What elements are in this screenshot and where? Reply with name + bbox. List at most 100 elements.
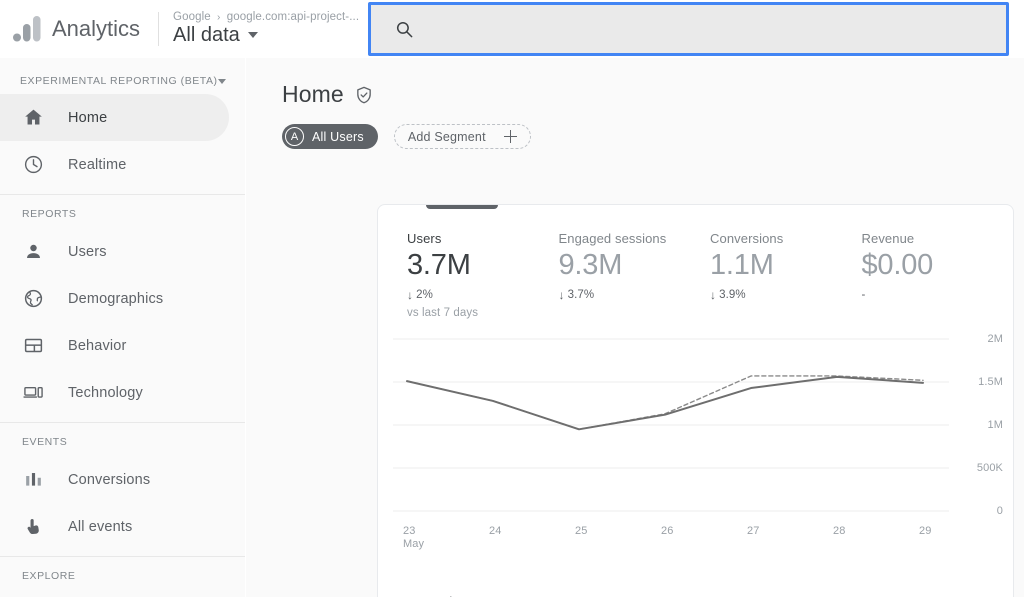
chart-x-tick: 24	[489, 525, 501, 538]
sidebar-section-explore: EXPLORE	[0, 557, 245, 590]
caret-down-icon[interactable]	[218, 79, 226, 84]
sidebar-item-label: All events	[68, 519, 132, 535]
page-title: Home	[282, 81, 344, 108]
segment-avatar: A	[285, 127, 304, 146]
breadcrumb: Google › google.com:api-project-...	[173, 11, 359, 23]
devices-icon	[22, 382, 44, 404]
search-inner[interactable]	[371, 5, 1006, 53]
metric-conversions[interactable]: Conversions 1.1M ↓ 3.9%	[710, 231, 862, 319]
sidebar-item-behavior[interactable]: Behavior	[0, 322, 245, 369]
sidebar-item-all-events[interactable]: All events	[0, 503, 245, 550]
top-bar: Analytics Google › google.com:api-projec…	[0, 0, 1024, 58]
metric-delta-value: 2%	[416, 289, 433, 301]
sidebar-section-reports: REPORTS	[0, 195, 245, 228]
sidebar-section-events: EVENTS	[0, 423, 245, 456]
search-icon	[395, 20, 414, 39]
segment-chip-all-users[interactable]: A All Users	[282, 124, 378, 149]
metric-delta: ↓ 3.9%	[710, 289, 862, 301]
brand-block[interactable]: Analytics	[0, 0, 140, 58]
arrow-down-icon: ↓	[710, 289, 716, 301]
shield-check-icon[interactable]	[354, 85, 374, 105]
metric-label: Users	[407, 231, 559, 246]
sidebar: EXPERIMENTAL REPORTING (BETA) Home Realt…	[0, 58, 246, 597]
metric-delta-value: 3.7%	[568, 289, 595, 301]
metric-delta: ↓ 3.7%	[559, 289, 711, 301]
breadcrumb-property: google.com:api-project-...	[227, 11, 359, 23]
home-icon	[22, 107, 44, 129]
metric-compare: vs last 7 days	[407, 307, 559, 319]
sidebar-item-home[interactable]: Home	[0, 94, 229, 141]
users-trend-chart[interactable]: 2M1.5M1M500K0 23May242526272829	[378, 325, 1014, 565]
metric-label: Engaged sessions	[559, 231, 711, 246]
person-icon	[22, 241, 44, 263]
add-segment-button[interactable]: Add Segment	[394, 124, 531, 149]
account-name-label: All data	[173, 24, 240, 47]
page-title-row: Home	[246, 58, 1024, 108]
arrow-down-icon: ↓	[407, 289, 413, 301]
chart-y-tick: 1.5M	[978, 376, 1003, 388]
sidebar-item-label: Home	[68, 110, 107, 126]
chart-x-tick: 26	[661, 525, 673, 538]
sidebar-item-label: Users	[68, 244, 107, 260]
chart-x-tick: 29	[919, 525, 931, 538]
metric-label: Revenue	[862, 231, 1014, 246]
breadcrumb-separator-icon: ›	[217, 12, 220, 23]
account-name-row[interactable]: All data	[173, 24, 359, 47]
chart-x-tick: 23May	[403, 525, 424, 551]
sidebar-item-demographics[interactable]: Demographics	[0, 275, 245, 322]
metric-engaged-sessions[interactable]: Engaged sessions 9.3M ↓ 3.7%	[559, 231, 711, 319]
topbar-divider	[158, 12, 159, 46]
globe-icon	[22, 288, 44, 310]
sidebar-item-label: Conversions	[68, 472, 150, 488]
breadcrumb-root: Google	[173, 11, 211, 23]
account-selector[interactable]: Google › google.com:api-project-... All …	[173, 0, 359, 58]
sidebar-item-realtime[interactable]: Realtime	[0, 141, 245, 188]
sidebar-item-label: Demographics	[68, 291, 163, 307]
bar-chart-icon	[22, 469, 44, 491]
sidebar-item-users[interactable]: Users	[0, 228, 245, 275]
sidebar-item-analysis[interactable]: Analysis	[0, 590, 245, 597]
metric-value: 3.7M	[407, 250, 559, 282]
chart-x-tick-month: May	[403, 538, 424, 551]
metric-delta-value: 3.9%	[719, 289, 746, 301]
metric-delta: ↓ 2%	[407, 289, 559, 301]
sidebar-item-technology[interactable]: Technology	[0, 369, 245, 416]
chart-y-tick: 2M	[988, 333, 1003, 345]
arrow-down-icon: ↓	[559, 289, 565, 301]
metric-delta: -	[862, 289, 1014, 301]
brand-name: Analytics	[52, 16, 140, 42]
metric-users[interactable]: Users 3.7M ↓ 2% vs last 7 days	[407, 231, 559, 319]
tap-hand-icon	[22, 516, 44, 538]
chart-x-tick: 27	[747, 525, 759, 538]
experimental-reporting-toggle[interactable]: EXPERIMENTAL REPORTING (BETA)	[0, 68, 245, 94]
chart-y-tick: 1M	[988, 419, 1003, 431]
search-input[interactable]	[428, 5, 1006, 53]
add-segment-label: Add Segment	[408, 130, 486, 144]
clock-icon	[22, 154, 44, 176]
metric-revenue[interactable]: Revenue $0.00 -	[862, 231, 1014, 319]
metric-delta-value: -	[862, 289, 866, 301]
segment-label: All Users	[312, 130, 364, 144]
sidebar-item-label: Technology	[68, 385, 143, 401]
metric-value: 9.3M	[559, 250, 711, 282]
metrics-row: Users 3.7M ↓ 2% vs last 7 days Engaged s…	[378, 205, 1013, 319]
sidebar-item-conversions[interactable]: Conversions	[0, 456, 245, 503]
chart-y-tick: 0	[997, 505, 1003, 517]
experimental-reporting-label: EXPERIMENTAL REPORTING (BETA)	[20, 75, 218, 87]
segments-row: A All Users Add Segment	[246, 108, 1024, 149]
metric-value: $0.00	[862, 250, 1014, 282]
analytics-bars-logo-icon	[12, 15, 42, 43]
card-scroll-indicator[interactable]	[426, 204, 498, 209]
plus-icon	[504, 130, 517, 143]
main-content: Home A All Users Add Segment Users 3.7M …	[246, 58, 1024, 597]
sidebar-item-label: Behavior	[68, 338, 126, 354]
chart-x-tick: 28	[833, 525, 845, 538]
overview-card: Users 3.7M ↓ 2% vs last 7 days Engaged s…	[377, 204, 1014, 597]
metric-label: Conversions	[710, 231, 862, 246]
caret-down-icon[interactable]	[248, 32, 258, 38]
metric-value: 1.1M	[710, 250, 862, 282]
sidebar-item-label: Realtime	[68, 157, 126, 173]
search-bar[interactable]	[368, 2, 1009, 56]
layout-icon	[22, 335, 44, 357]
chart-x-tick: 25	[575, 525, 587, 538]
